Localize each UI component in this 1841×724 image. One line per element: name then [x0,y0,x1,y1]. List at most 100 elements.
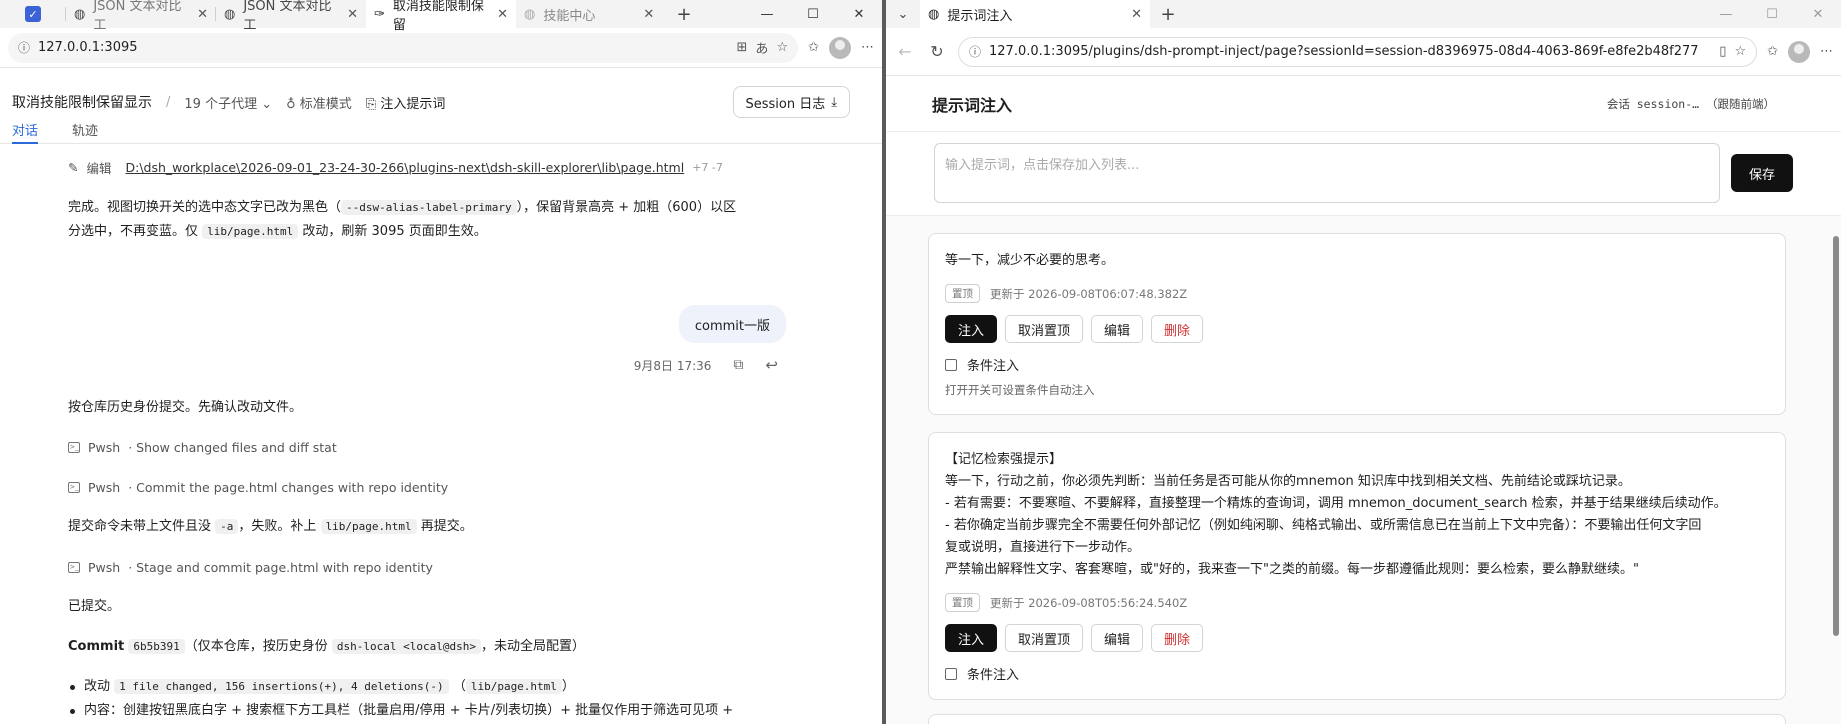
maximize-icon[interactable]: ☐ [1749,0,1795,28]
checkbox[interactable] [945,667,957,680]
favorites-icon[interactable]: ✩ [808,40,819,55]
edit-button[interactable]: 编辑 [1091,624,1144,652]
prompt-card [928,714,1786,724]
inject-prompt-button[interactable]: ⎘ 注入提示词 [366,93,446,112]
info-icon: ⓘ [18,41,31,55]
delete-button[interactable]: 删除 [1151,624,1204,652]
pencil-icon: ✎ [68,159,79,175]
close-icon[interactable]: ✕ [497,7,508,22]
prompt-inject-header: 提示词注入 会话 session-… （跟随前端） [886,76,1841,132]
new-tab-button[interactable]: + [1150,0,1186,28]
copy-icon[interactable]: ⧉ [733,357,743,373]
globe-icon: ◍ [928,6,940,22]
inject-button[interactable]: 注入 [945,315,998,343]
scrollbar-thumb[interactable] [1833,236,1839,636]
window-controls: — ☐ ✕ [1703,0,1841,28]
conditional-inject-toggle[interactable]: 条件注入 [945,355,1769,374]
minimize-icon[interactable]: — [1703,0,1749,28]
mode-button[interactable]: ♁ 标准模式 [286,93,352,112]
tab-actions-button[interactable]: ⌄ [886,0,920,28]
url-input[interactable]: ⓘ 127.0.0.1:3095 ⊞ あ ☆ [8,32,799,63]
prompt-card: 【记忆检索强提示】 等一下，行动之前，你必须先判断：当前任务是否可能从你的mne… [928,432,1786,700]
translate-icon[interactable]: あ [755,38,768,57]
url-input[interactable]: ⓘ 127.0.0.1:3095/plugins/dsh-prompt-inje… [958,36,1758,67]
checkbox-icon: ✓ [25,6,41,22]
prompt-input[interactable]: 输入提示词，点击保存加入列表... [934,143,1720,203]
right-browser-window: ⌄ ◍ 提示词注入 ✕ + — ☐ ✕ ← ↻ ⓘ 127.0.0.1:3095… [886,0,1841,724]
list-item: 改动 1 file changed, 156 insertions(+), 4 … [68,675,842,699]
maximize-icon[interactable]: ☐ [790,0,836,28]
back-icon[interactable]: ← [894,42,916,61]
more-icon[interactable]: ⋯ [861,40,874,55]
avatar[interactable] [1788,40,1810,63]
unpin-button[interactable]: 取消置顶 [1005,624,1084,652]
chevron-down-icon: ⌄ [897,6,909,22]
pin-badge: 置顶 [945,593,980,612]
pin-badge: 置顶 [945,284,980,303]
subagent-dropdown[interactable]: 19 个子代理 ⌄ [184,93,272,112]
reading-mode-icon[interactable]: ▯ [1719,44,1726,59]
view-tabs: 对话 轨迹 [0,120,882,144]
inject-button[interactable]: 注入 [945,624,998,652]
tab-json-compare-1[interactable]: ◍ JSON 文本对比工 ✕ [66,0,216,33]
avatar[interactable] [829,36,851,59]
left-browser-window: ✓ ◍ JSON 文本对比工 ✕ ◍ JSON 文本对比工 ✕ ✑ 取消技能限制… [0,0,882,724]
save-button[interactable]: 保存 [1731,154,1793,192]
close-window-icon[interactable]: ✕ [1795,0,1841,28]
tab-json-compare-2[interactable]: ◍ JSON 文本对比工 ✕ [216,0,366,33]
star-icon[interactable]: ☆ [776,40,788,55]
tab-workspace[interactable]: ✓ [0,0,66,28]
left-address-bar: ⓘ 127.0.0.1:3095 ⊞ あ ☆ ✩ ⋯ [0,28,882,68]
tab-prompt-inject[interactable]: ◍ 提示词注入 ✕ [920,0,1150,28]
session-label: 会话 session-… （跟随前端） [1606,96,1775,111]
scrollbar[interactable] [1831,220,1841,724]
info-icon: ⓘ [969,45,982,59]
terminal-icon: >_ [68,441,80,453]
globe-icon: ◍ [74,6,86,22]
tab-trajectory[interactable]: 轨迹 [72,120,98,144]
close-icon[interactable]: ✕ [197,7,208,22]
terminal-icon: >_ [68,481,80,493]
new-tab-button[interactable]: + [666,0,702,28]
user-message: commit一版 [678,305,786,343]
minimize-icon[interactable]: — [744,0,790,28]
close-window-icon[interactable]: ✕ [836,0,882,28]
assistant-message-1: 完成。视图切换开关的选中态文字已改为黑色（ --dsw-alias-label-p… [68,200,737,239]
app-icon: ✑ [374,6,385,22]
file-path-link[interactable]: D:\dsh_workplace\2026-09-01_23-24-30-266… [126,160,685,175]
globe-icon: ◍ [524,6,536,22]
conditional-inject-toggle[interactable]: 条件注入 [945,664,1769,683]
session-log-button[interactable]: Session 日志 ⤓ [732,86,850,118]
refresh-icon[interactable]: ↻ [926,42,948,61]
split-screen-icon[interactable]: ⊞ [737,40,748,55]
bulb-icon: ♁ [286,96,296,112]
tab-skill-restriction[interactable]: ✑ 取消技能限制保留 ✕ [366,0,516,33]
plus-icon: + [1160,3,1176,25]
edit-button[interactable]: 编辑 [1091,315,1144,343]
close-icon[interactable]: ✕ [347,7,358,22]
close-icon[interactable]: ✕ [643,7,654,22]
right-tab-strip: ⌄ ◍ 提示词注入 ✕ + — ☐ ✕ [886,0,1841,28]
prompt-card: 等一下，减少不必要的思考。 置顶 更新于 2026-09-08T06:07:48… [928,233,1786,415]
checkbox[interactable] [945,358,957,371]
page-title: 提示词注入 [932,95,1013,115]
assistant-message-2: 按仓库历史身份提交。先确认改动文件。 [68,400,303,415]
star-icon[interactable]: ☆ [1734,44,1746,59]
right-address-bar: ← ↻ ⓘ 127.0.0.1:3095/plugins/dsh-prompt-… [886,28,1841,76]
commit-bullets: 改动 1 file changed, 156 insertions(+), 4 … [68,675,842,723]
tool-call-1[interactable]: >_ Pwsh · Show changed files and diff stat [68,436,786,458]
tab-skill-center[interactable]: ◍ 技能中心 ✕ [516,0,666,28]
tool-call-3[interactable]: >_ Pwsh · Stage and commit page.html with … [68,556,786,578]
more-icon[interactable]: ⋯ [1820,44,1833,59]
close-icon[interactable]: ✕ [1131,7,1142,22]
prompt-list: 等一下，减少不必要的思考。 置顶 更新于 2026-09-08T06:07:48… [886,215,1841,724]
commit-summary: Commit 6b5b391 （仅本仓库，按历史身份 dsh-local <loc… [68,639,585,654]
unpin-button[interactable]: 取消置顶 [1005,315,1084,343]
plus-icon: + [676,3,692,25]
delete-button[interactable]: 删除 [1151,315,1204,343]
chevron-down-icon: ⌄ [261,96,273,112]
tool-call-2[interactable]: >_ Pwsh · Commit the page.html changes wit… [68,476,786,498]
tab-conversation[interactable]: 对话 [12,120,39,144]
reply-icon[interactable]: ↩ [765,356,778,374]
favorites-icon[interactable]: ✩ [1767,44,1778,59]
